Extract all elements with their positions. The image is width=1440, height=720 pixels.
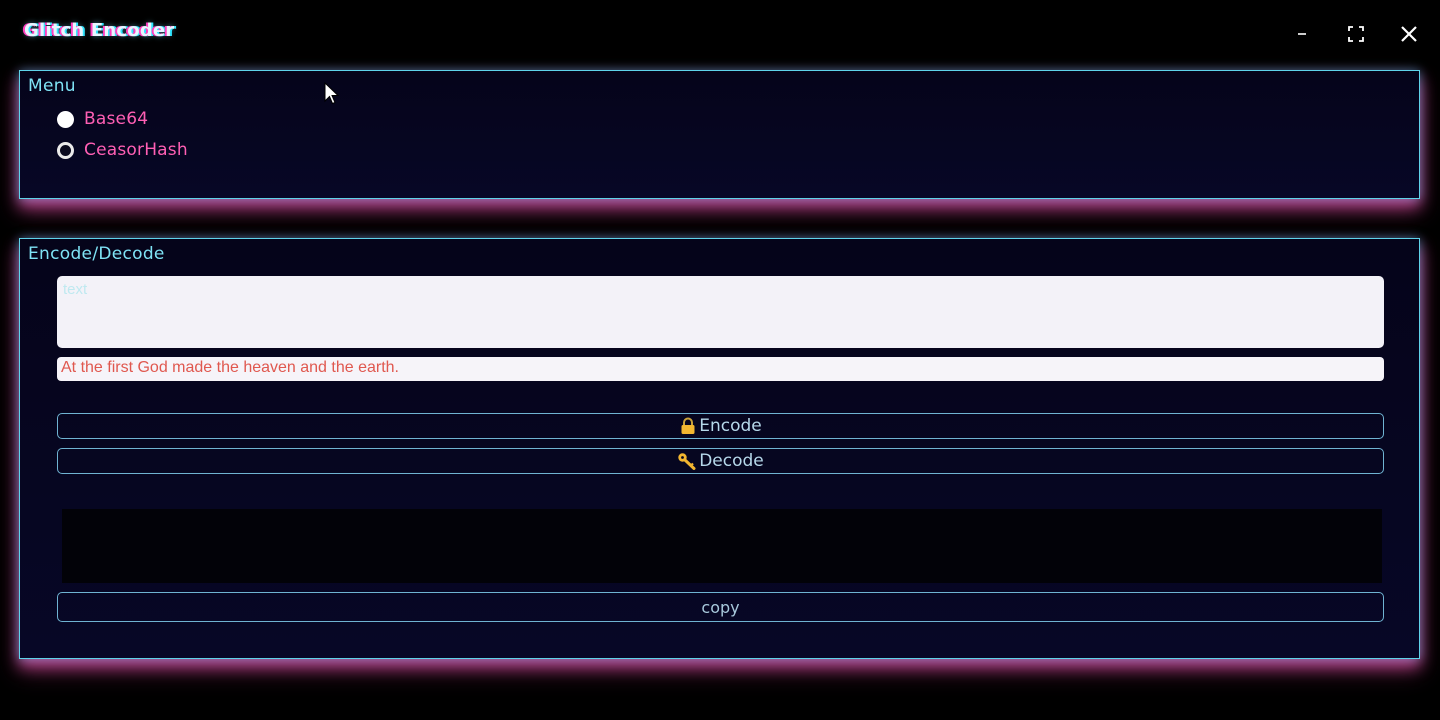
close-button[interactable] bbox=[1393, 18, 1425, 50]
lock-icon bbox=[679, 417, 697, 435]
radio-label-base64[interactable]: Base64 bbox=[84, 109, 148, 129]
app-window: Glitch Encoder Menu Base64 CeasorHash En… bbox=[0, 0, 1440, 720]
radio-base64[interactable]: Base64 bbox=[57, 108, 148, 130]
app-title: Glitch Encoder bbox=[24, 20, 175, 41]
encode-decode-panel: Encode/Decode text At the first God made… bbox=[19, 238, 1420, 659]
minimize-icon bbox=[1298, 33, 1306, 35]
encode-label: Encode bbox=[699, 416, 762, 436]
copy-button[interactable]: copy bbox=[57, 592, 1384, 622]
maximize-button[interactable] bbox=[1340, 18, 1372, 50]
minimize-button[interactable] bbox=[1286, 18, 1318, 50]
radio-ceasorhash[interactable]: CeasorHash bbox=[57, 139, 188, 161]
radio-unchecked-icon[interactable] bbox=[57, 141, 74, 159]
menu-title: Menu bbox=[28, 76, 76, 96]
decode-button[interactable]: Decode bbox=[57, 448, 1384, 474]
maximize-icon bbox=[1348, 26, 1364, 42]
title-bar: Glitch Encoder bbox=[0, 0, 1440, 66]
encode-decode-title: Encode/Decode bbox=[28, 244, 165, 264]
radio-checked-icon[interactable] bbox=[57, 110, 74, 128]
menu-panel: Menu Base64 CeasorHash bbox=[19, 70, 1420, 199]
radio-label-ceasorhash[interactable]: CeasorHash bbox=[84, 140, 188, 160]
encode-button[interactable]: Encode bbox=[57, 413, 1384, 439]
text-input[interactable]: text bbox=[57, 276, 1384, 348]
example-text-field[interactable]: At the first God made the heaven and the… bbox=[57, 357, 1384, 381]
decode-label: Decode bbox=[699, 451, 764, 471]
output-area[interactable] bbox=[62, 509, 1382, 583]
close-icon bbox=[1401, 26, 1417, 42]
mouse-cursor-icon bbox=[324, 82, 340, 105]
key-icon bbox=[677, 452, 697, 470]
